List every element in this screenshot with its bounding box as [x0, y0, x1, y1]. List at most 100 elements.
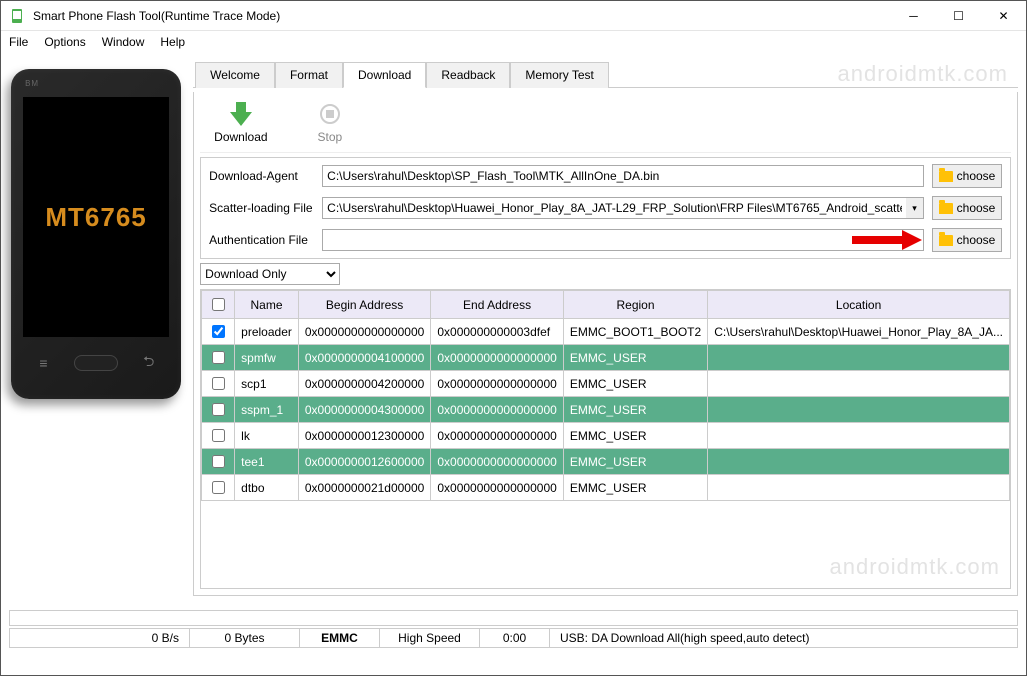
- cell-name: dtbo: [235, 475, 299, 501]
- download-agent-label: Download-Agent: [209, 169, 314, 183]
- row-checkbox[interactable]: [212, 429, 225, 442]
- watermark: androidmtk.com: [829, 554, 1000, 580]
- choose-da-button[interactable]: choose: [932, 164, 1002, 188]
- col-begin[interactable]: Begin Address: [298, 291, 430, 319]
- app-icon: [9, 8, 25, 24]
- table-row[interactable]: spmfw0x00000000041000000x000000000000000…: [202, 345, 1010, 371]
- select-all-checkbox[interactable]: [212, 298, 225, 311]
- menu-options[interactable]: Options: [44, 35, 85, 49]
- cell-begin: 0x0000000021d00000: [298, 475, 430, 501]
- cell-end: 0x0000000000000000: [431, 423, 563, 449]
- download-mode-select[interactable]: Download Only: [200, 263, 340, 285]
- cell-end: 0x0000000000000000: [431, 475, 563, 501]
- table-row[interactable]: preloader0x00000000000000000x00000000000…: [202, 319, 1010, 345]
- download-arrow-icon: [229, 102, 253, 126]
- partition-table: Name Begin Address End Address Region Lo…: [200, 289, 1011, 589]
- cell-end: 0x0000000000000000: [431, 449, 563, 475]
- phone-mockup: BM MT6765 ≡ ⮌: [11, 69, 181, 399]
- table-row[interactable]: sspm_10x00000000043000000x00000000000000…: [202, 397, 1010, 423]
- menu-file[interactable]: File: [9, 35, 28, 49]
- cell-region: EMMC_USER: [563, 449, 707, 475]
- download-button[interactable]: Download: [214, 102, 267, 144]
- status-storage: EMMC: [300, 629, 380, 647]
- cell-end: 0x0000000000000000: [431, 371, 563, 397]
- folder-icon: [939, 171, 953, 182]
- tab-readback[interactable]: Readback: [426, 62, 510, 88]
- cell-name: spmfw: [235, 345, 299, 371]
- cell-region: EMMC_USER: [563, 371, 707, 397]
- tab-download[interactable]: Download: [343, 62, 426, 88]
- chipset-label: MT6765: [45, 202, 146, 233]
- phone-preview-pane: BM MT6765 ≡ ⮌: [9, 61, 183, 596]
- cell-location: [708, 371, 1010, 397]
- status-mode: High Speed: [380, 629, 480, 647]
- cell-region: EMMC_USER: [563, 345, 707, 371]
- cell-name: scp1: [235, 371, 299, 397]
- download-agent-input[interactable]: [322, 165, 924, 187]
- col-location[interactable]: Location: [708, 291, 1010, 319]
- menu-softkey-icon: ≡: [33, 357, 53, 369]
- row-checkbox[interactable]: [212, 455, 225, 468]
- choose-auth-button[interactable]: choose: [932, 228, 1002, 252]
- home-button-icon: [74, 355, 118, 371]
- table-row[interactable]: scp10x00000000042000000x0000000000000000…: [202, 371, 1010, 397]
- phone-screen: MT6765: [23, 97, 169, 337]
- progress-bar: [9, 610, 1018, 626]
- watermark: androidmtk.com: [837, 61, 1008, 87]
- cell-region: EMMC_USER: [563, 397, 707, 423]
- scatter-label: Scatter-loading File: [209, 201, 314, 215]
- status-bytes: 0 Bytes: [190, 629, 300, 647]
- tab-format[interactable]: Format: [275, 62, 343, 88]
- row-checkbox[interactable]: [212, 351, 225, 364]
- cell-location: [708, 345, 1010, 371]
- scatter-dropdown-button[interactable]: ▾: [906, 197, 924, 219]
- close-button[interactable]: ✕: [981, 1, 1026, 31]
- phone-brand: BM: [25, 79, 39, 88]
- row-checkbox[interactable]: [212, 325, 225, 338]
- cell-name: sspm_1: [235, 397, 299, 423]
- status-usb: USB: DA Download All(high speed,auto det…: [550, 629, 1017, 647]
- cell-end: 0x000000000003dfef: [431, 319, 563, 345]
- auth-input[interactable]: [322, 229, 924, 251]
- cell-name: lk: [235, 423, 299, 449]
- choose-scatter-button[interactable]: choose: [932, 196, 1002, 220]
- menu-help[interactable]: Help: [160, 35, 185, 49]
- col-region[interactable]: Region: [563, 291, 707, 319]
- table-row[interactable]: lk0x00000000123000000x0000000000000000EM…: [202, 423, 1010, 449]
- tab-content-download: Download Stop Download-Agent: [193, 92, 1018, 596]
- row-checkbox[interactable]: [212, 403, 225, 416]
- cell-begin: 0x0000000000000000: [298, 319, 430, 345]
- scatter-input[interactable]: [322, 197, 906, 219]
- table-row[interactable]: tee10x00000000126000000x0000000000000000…: [202, 449, 1010, 475]
- tab-bar: Welcome Format Download Readback Memory …: [193, 61, 1018, 88]
- cell-region: EMMC_USER: [563, 423, 707, 449]
- titlebar: Smart Phone Flash Tool(Runtime Trace Mod…: [1, 1, 1026, 31]
- cell-begin: 0x0000000012600000: [298, 449, 430, 475]
- cell-location: [708, 475, 1010, 501]
- cell-begin: 0x0000000004200000: [298, 371, 430, 397]
- stop-label: Stop: [318, 130, 343, 144]
- stop-button[interactable]: Stop: [318, 102, 343, 144]
- folder-icon: [939, 203, 953, 214]
- cell-end: 0x0000000000000000: [431, 397, 563, 423]
- cell-location: [708, 423, 1010, 449]
- back-softkey-icon: ⮌: [139, 357, 159, 369]
- col-end[interactable]: End Address: [431, 291, 563, 319]
- table-row[interactable]: dtbo0x0000000021d000000x0000000000000000…: [202, 475, 1010, 501]
- minimize-button[interactable]: ─: [891, 1, 936, 31]
- row-checkbox[interactable]: [212, 481, 225, 494]
- maximize-button[interactable]: ☐: [936, 1, 981, 31]
- tab-memory-test[interactable]: Memory Test: [510, 62, 608, 88]
- col-name[interactable]: Name: [235, 291, 299, 319]
- cell-begin: 0x0000000004100000: [298, 345, 430, 371]
- menu-window[interactable]: Window: [102, 35, 145, 49]
- stop-icon: [318, 102, 342, 126]
- cell-region: EMMC_BOOT1_BOOT2: [563, 319, 707, 345]
- row-checkbox[interactable]: [212, 377, 225, 390]
- tab-welcome[interactable]: Welcome: [195, 62, 275, 88]
- cell-begin: 0x0000000012300000: [298, 423, 430, 449]
- folder-icon: [939, 235, 953, 246]
- cell-location: [708, 449, 1010, 475]
- menubar: File Options Window Help: [1, 31, 1026, 53]
- status-bar: 0 B/s 0 Bytes EMMC High Speed 0:00 USB: …: [9, 628, 1018, 648]
